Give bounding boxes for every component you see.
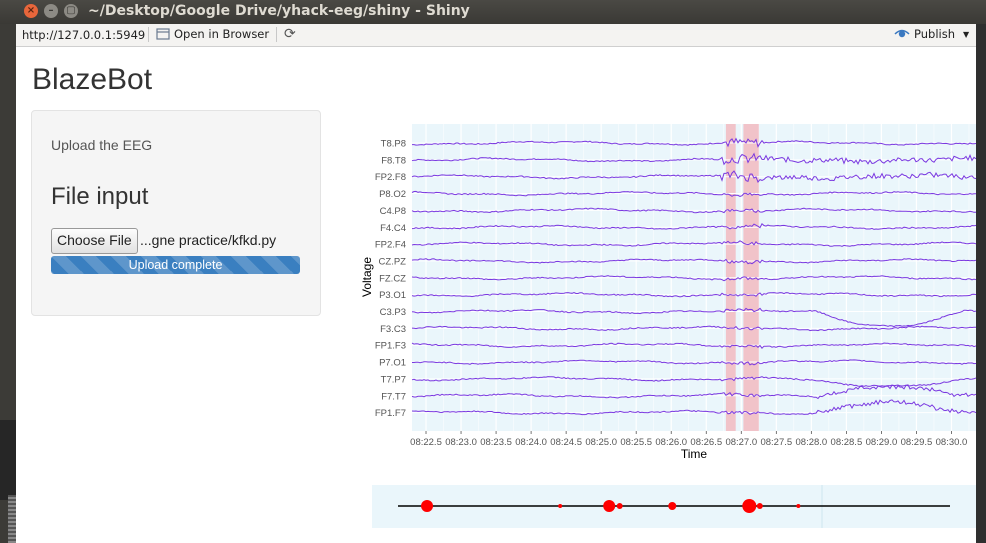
timeline-event-point [756,503,763,509]
channel-label: FP2.F4 [375,240,406,251]
y-axis-label: Voltage [360,257,374,297]
channel-label: T8.P8 [381,139,406,150]
publish-button[interactable]: Publish ▼ [894,27,969,41]
x-tick-label: 08:29.5 [901,437,933,448]
timeline-event-point [558,504,563,508]
timeline-event-point [616,503,623,509]
channel-label: C3.P3 [380,307,406,318]
refresh-icon[interactable]: ⟳ [284,26,296,42]
window-title: ~/Desktop/Google Drive/yhack-eeg/shiny -… [88,3,470,19]
x-axis-label: Time [681,447,708,461]
x-tick-label: 08:28.0 [796,437,828,448]
viewer-toolbar: http://127.0.0.1:5949 Open in Browser ⟳ … [16,24,976,47]
x-tick-label: 08:24.0 [515,437,547,448]
publish-label: Publish [914,27,955,41]
channel-label: F8.T8 [381,155,406,166]
timeline-event-point [421,500,434,512]
background-window [0,420,16,500]
x-tick-label: 08:26.0 [655,437,687,448]
window-titlebar: × – ▢ ~/Desktop/Google Drive/yhack-eeg/s… [0,0,986,24]
toolbar-divider [148,27,149,42]
x-tick-label: 08:24.5 [550,437,582,448]
channel-label: P3.O1 [379,290,406,301]
channel-label: F3.C3 [380,324,406,335]
timeline-event-point [603,500,616,512]
channel-label: FZ.CZ [379,273,406,284]
url-label[interactable]: http://127.0.0.1:5949 [22,28,145,42]
timeline-event-point [742,499,757,513]
x-tick-label: 08:23.5 [480,437,512,448]
eeg-plot: Voltage Time 08:22.5 08:23.0 08:23.5 08:24.… [360,124,976,528]
open-in-browser-button[interactable]: Open in Browser [156,27,269,41]
channel-label: FP1.F3 [375,341,406,352]
x-tick-label: 08:23.0 [445,437,477,448]
channel-label: FP1.F7 [375,408,406,419]
close-icon[interactable]: × [24,4,38,18]
channel-label: P8.O2 [379,189,406,200]
x-tick-label: 08:27.0 [725,437,757,448]
timeline-event-point [796,504,801,508]
open-in-browser-label: Open in Browser [174,27,270,41]
x-tick-label: 08:29.0 [866,437,898,448]
channel-label: CZ.PZ [379,256,407,267]
x-tick-label: 08:26.5 [690,437,722,448]
background-scrollbar [8,495,16,543]
chevron-down-icon[interactable]: ▼ [963,30,969,39]
x-tick-label: 08:30.0 [936,437,968,448]
app-content: BlazeBot Upload the EEG File input Choos… [16,47,976,543]
channel-label: FP2.F8 [375,172,406,183]
background-window-right [976,24,986,543]
x-tick-label: 08:28.5 [831,437,863,448]
toolbar-divider [276,27,277,42]
x-tick-label: 08:25.0 [585,437,617,448]
channel-label: P7.O1 [379,358,406,369]
channel-label: F7.T7 [381,391,406,402]
timeline-event-point [668,502,677,510]
x-tick-label: 08:27.5 [760,437,792,448]
publish-icon [894,29,910,38]
x-tick-label: 08:22.5 [410,437,442,448]
channel-label: C4.P8 [380,206,406,217]
channel-label: T7.P7 [381,374,406,385]
browser-icon [156,28,170,40]
minimize-icon[interactable]: – [44,4,58,18]
channel-label: F4.C4 [380,223,406,234]
maximize-icon[interactable]: ▢ [64,4,78,18]
x-tick-label: 08:25.5 [620,437,652,448]
